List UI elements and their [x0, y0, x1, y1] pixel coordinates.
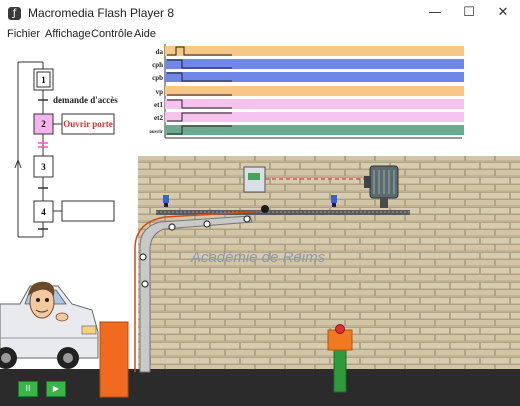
sensor-cpb-icon	[331, 195, 337, 203]
door-carriage	[261, 205, 269, 213]
access-post	[333, 347, 347, 393]
close-button[interactable]: ✕	[486, 0, 520, 26]
action-2-label: Ouvrir porte	[63, 119, 113, 129]
maximize-button[interactable]: ☐	[452, 0, 486, 26]
watermark: Académie de Reims	[190, 249, 326, 266]
menu-affichage[interactable]: Affichage	[45, 26, 91, 42]
minimize-button[interactable]: —	[418, 0, 452, 26]
signal-label-ouvrir: ouvrir	[149, 130, 163, 135]
flash-stage: 1 demande d'accès 2 Ouvrir porte 3 4 da …	[0, 44, 520, 406]
ground	[0, 369, 520, 406]
menu-bar: Fichier Affichage Contrôle Aide	[0, 26, 520, 42]
menu-fichier[interactable]: Fichier	[7, 26, 40, 42]
signal-label-vp: vp	[156, 88, 164, 96]
play-button[interactable]: ▶	[46, 381, 66, 397]
step-4-number: 4	[41, 207, 46, 217]
action-4-box	[61, 200, 115, 222]
garage-scene: Académie de Reims	[0, 156, 520, 406]
access-button[interactable]	[335, 324, 345, 334]
signal-label-et2: et2	[154, 114, 163, 122]
grafcet: 1 demande d'accès 2 Ouvrir porte 3 4	[14, 61, 118, 238]
menu-controle[interactable]: Contrôle	[91, 26, 133, 42]
menu-aide[interactable]: Aide	[134, 26, 156, 42]
step-1-number: 1	[41, 75, 46, 85]
signal-label-cpb: cpb	[152, 74, 163, 82]
step-2-number: 2	[41, 119, 46, 129]
flash-icon: ƒ	[8, 7, 21, 20]
signal-label-et1: et1	[154, 101, 163, 109]
window-title: Macromedia Flash Player 8	[28, 6, 175, 20]
signal-label-da: da	[156, 48, 164, 56]
door-rail	[156, 210, 410, 215]
sensor-cph-icon	[163, 195, 169, 203]
chronogram: da cph cpb vp et1 et2 ouvrir	[149, 44, 464, 139]
transition-1-label: demande d'accès	[53, 95, 118, 105]
pause-button[interactable]: II	[18, 381, 38, 397]
step-3-number: 3	[41, 162, 46, 172]
signal-label-cph: cph	[152, 61, 163, 69]
title-bar: ƒ Macromedia Flash Player 8 — ☐ ✕	[0, 0, 520, 26]
door-pillar	[99, 321, 129, 398]
flash-content: 1 demande d'accès 2 Ouvrir porte 3 4 da …	[0, 42, 520, 406]
